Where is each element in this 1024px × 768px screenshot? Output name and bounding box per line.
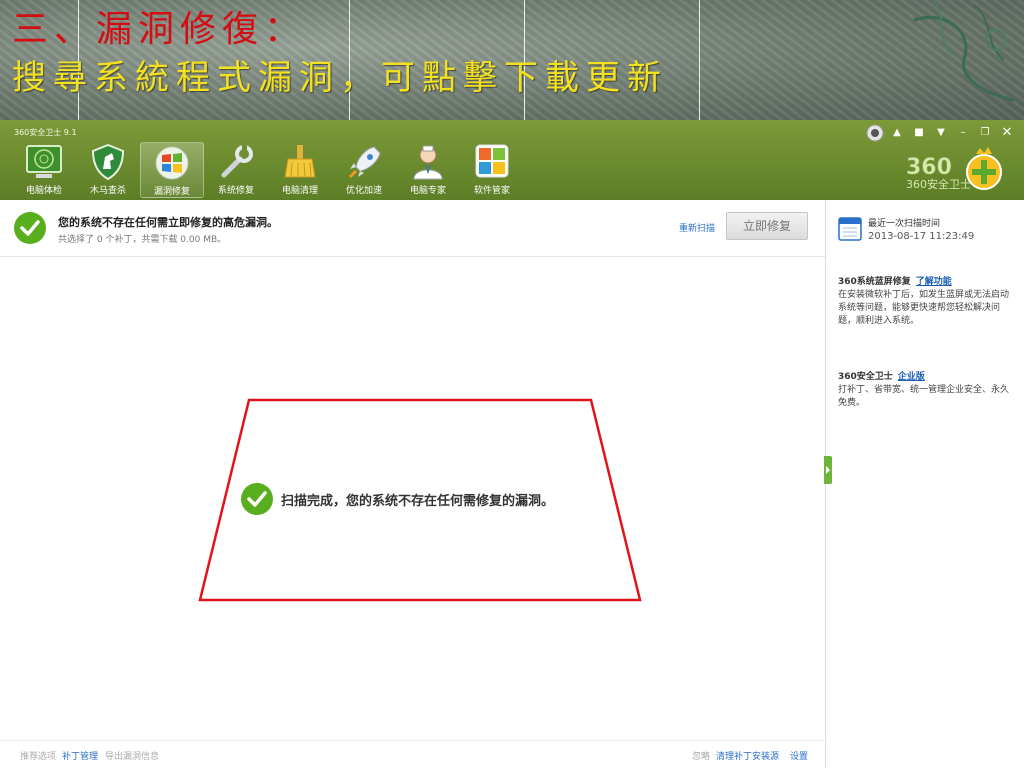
enterprise-link[interactable]: 企业版 — [898, 372, 925, 382]
clean-patch-source-link[interactable]: 清理补丁安装源 — [716, 749, 779, 762]
divider — [699, 0, 700, 120]
nav-item-patch[interactable]: 漏洞修复 — [140, 142, 204, 198]
rescan-link[interactable]: 重新扫描 — [679, 221, 715, 234]
nav-item-speedup[interactable]: 优化加速 — [332, 142, 396, 198]
nav-label: 优化加速 — [345, 186, 382, 196]
bsod-title: 360系统蓝屏修复 — [838, 277, 911, 287]
camera-icon[interactable] — [866, 124, 884, 142]
logo-text: 360安全卫士 — [906, 177, 971, 191]
360-logo: 360 360安全卫士 — [906, 147, 1002, 191]
minimize-icon[interactable]: – — [954, 126, 972, 140]
bsod-section-title: 360系统蓝屏修复 了解功能 — [838, 274, 952, 287]
nav-item-cleanup[interactable]: 电脑清理 — [268, 142, 332, 198]
menu-icon[interactable]: ▼ — [932, 126, 950, 140]
sidebar-toggle-handle[interactable] — [824, 456, 832, 484]
scan-status-bar: 您的系统不存在任何需立即修复的高危漏洞。 共选择了 0 个补丁，共需下载 0.0… — [0, 200, 825, 257]
svg-text:360: 360 — [906, 155, 952, 180]
decorative-phoenix-icon — [913, 0, 1015, 102]
last-scan-label: 最近一次扫描时间 — [868, 219, 941, 229]
broom-icon — [284, 145, 316, 178]
check-circle-icon — [14, 212, 46, 244]
main-nav: 电脑体检 木马查杀 漏洞修复 系统修复 电脑清理 优化加速 电脑专家 软件管家 — [12, 142, 524, 198]
software-grid-icon — [475, 144, 509, 178]
result-message: 扫描完成，您的系统不存在任何需修复的漏洞。 — [281, 493, 555, 509]
slide-title: 三、漏洞修復： — [12, 9, 307, 50]
nav-label: 系统修复 — [217, 186, 254, 196]
skin-shirt-icon[interactable]: ▲ — [888, 126, 906, 140]
app-title: 360安全卫士 9.1 — [14, 128, 77, 137]
nav-label: 木马查杀 — [89, 186, 126, 196]
nav-item-checkup[interactable]: 电脑体检 — [12, 142, 76, 198]
radar-screen-icon — [26, 145, 62, 178]
enterprise-section-title: 360安全卫士 企业版 — [838, 369, 925, 382]
nav-label: 电脑体检 — [25, 186, 62, 196]
bsod-description: 在安装微软补丁后，如发生蓝屏或无法启动系统等问题，能够更快速帮您轻松解决问题，顺… — [838, 290, 1010, 326]
check-circle-icon — [241, 483, 273, 515]
fix-now-button[interactable]: 立即修复 — [726, 212, 808, 240]
nav-item-expert[interactable]: 电脑专家 — [396, 142, 460, 198]
nav-item-system-repair[interactable]: 系统修复 — [204, 142, 268, 198]
recommend-options-link[interactable]: 推荐选项 — [20, 749, 56, 762]
status-message: 您的系统不存在任何需立即修复的高危漏洞。 — [58, 216, 278, 229]
enterprise-description: 打补丁、省带宽、统一管理企业安全、永久免费。 — [838, 385, 1010, 408]
wrench-icon — [221, 145, 253, 178]
close-icon[interactable]: ✕ — [998, 126, 1016, 140]
nav-label: 漏洞修复 — [153, 187, 190, 197]
nav-label: 软件管家 — [473, 186, 510, 196]
enterprise-title: 360安全卫士 — [838, 372, 893, 382]
doctor-icon — [413, 145, 443, 180]
calendar-icon — [838, 217, 862, 241]
nav-item-trojan[interactable]: 木马查杀 — [76, 142, 140, 198]
window-controls: ▲ ■ ▼ – ❐ ✕ — [866, 124, 1016, 142]
scan-result: 扫描完成，您的系统不存在任何需修复的漏洞。 — [241, 483, 554, 515]
rocket-icon — [348, 146, 381, 179]
restore-icon[interactable]: ❐ — [976, 126, 994, 140]
message-icon[interactable]: ■ — [910, 126, 928, 140]
horse-shield-icon — [91, 143, 125, 181]
footer-bar: 推荐选项 补丁管理 导出漏洞信息 忽略 清理补丁安装源 设置 — [0, 740, 825, 768]
ignore-link[interactable]: 忽略 — [692, 749, 710, 762]
nav-item-software[interactable]: 软件管家 — [460, 142, 524, 198]
app-toolbar: 360安全卫士 9.1 电脑体检 木马查杀 漏洞修复 系统修复 电脑清理 优化加… — [0, 120, 1024, 200]
info-sidebar: 最近一次扫描时间 2013-08-17 11:23:49 360系统蓝屏修复 了解… — [825, 200, 1024, 768]
slide-subtitle: 搜尋系統程式漏洞，可點擊下載更新 — [12, 58, 668, 98]
bsod-learn-link[interactable]: 了解功能 — [916, 277, 952, 287]
windows-patch-icon — [155, 146, 189, 180]
last-scan-time: 2013-08-17 11:23:49 — [868, 231, 975, 242]
status-detail: 共选择了 0 个补丁，共需下载 0.00 MB。 — [58, 235, 227, 245]
nav-label: 电脑专家 — [409, 186, 446, 196]
settings-link[interactable]: 设置 — [790, 749, 808, 762]
export-info-link[interactable]: 导出漏洞信息 — [105, 749, 159, 762]
patch-manage-link[interactable]: 补丁管理 — [62, 749, 98, 762]
nav-label: 电脑清理 — [281, 186, 318, 196]
slide-header: 三、漏洞修復： 搜尋系統程式漏洞，可點擊下載更新 — [0, 0, 1024, 120]
